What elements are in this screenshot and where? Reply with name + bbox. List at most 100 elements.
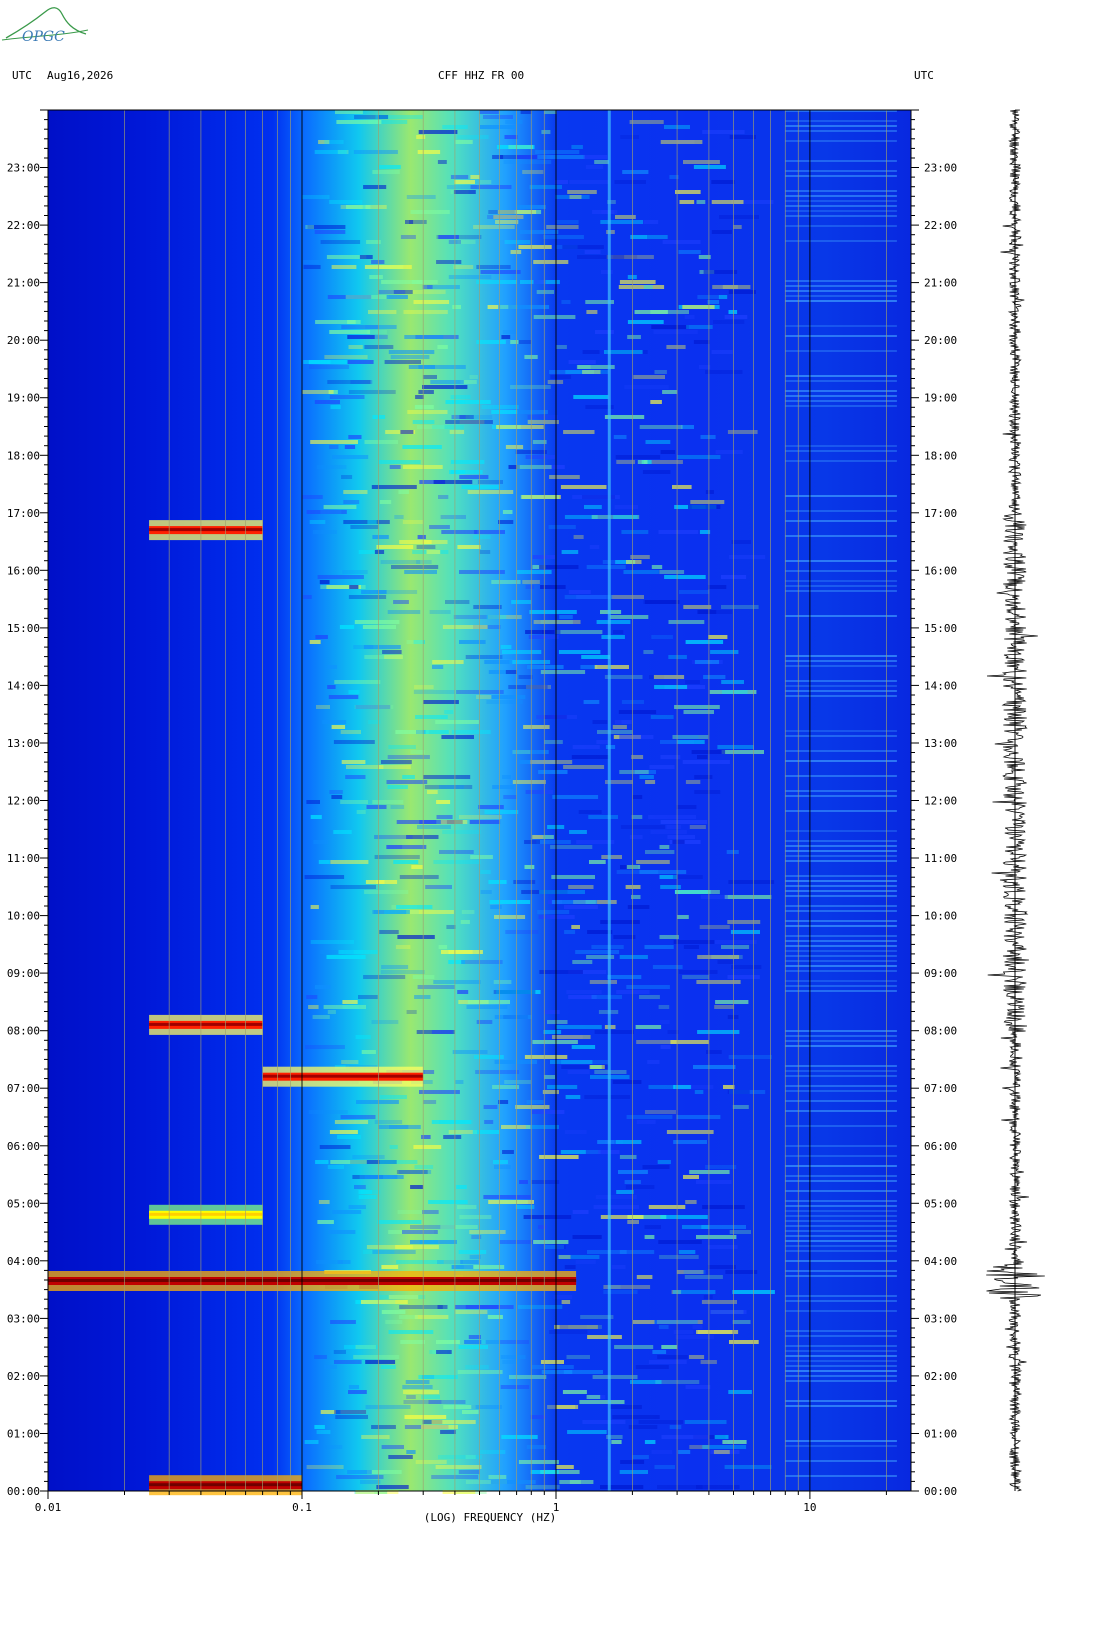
spectrogram-texture-band (703, 1295, 713, 1299)
spectrogram-texture-band (467, 1000, 510, 1004)
high-frequency-streak (785, 400, 897, 402)
spectrogram-texture-band (376, 1485, 409, 1489)
spectrogram-texture-band (707, 1265, 736, 1269)
high-frequency-streak (785, 1225, 897, 1227)
spectrogram-texture-band (437, 345, 448, 349)
spectrogram-texture-band (418, 130, 458, 134)
spectrogram-texture-band (582, 350, 600, 354)
high-frequency-streak (785, 280, 897, 282)
spectrogram-texture-band (346, 765, 384, 769)
spectrogram-texture-band (559, 1480, 594, 1484)
spectrogram-texture-band (302, 390, 334, 394)
spectrogram-texture-band (469, 375, 478, 379)
spectrogram-texture-band (365, 880, 398, 884)
spectrogram-texture-band (727, 920, 761, 924)
spectrogram-texture-band (365, 1360, 396, 1364)
high-frequency-streak (785, 1270, 897, 1272)
spectrogram-texture-band (479, 110, 499, 114)
spectrogram-texture-band (573, 535, 584, 539)
high-frequency-streak (785, 790, 897, 792)
spectrogram-texture-band (316, 1430, 331, 1434)
spectrogram-texture-band (725, 1270, 758, 1274)
high-frequency-streak (785, 1200, 897, 1202)
spectrogram-texture-band (330, 860, 369, 864)
spectrogram-texture-band (340, 800, 368, 804)
high-frequency-streak (785, 1375, 897, 1377)
persistent-frequency-line (607, 110, 611, 1491)
high-frequency-streak (785, 1030, 897, 1032)
spectrogram-texture-band (346, 360, 374, 364)
high-frequency-streak (785, 160, 897, 162)
spectrogram-texture-band (348, 1205, 366, 1209)
spectrogram-texture-band (628, 1425, 658, 1429)
spectrogram-texture-band (494, 1015, 532, 1019)
spectrogram-texture-band (564, 1130, 587, 1134)
spectrogram-texture-band (539, 890, 585, 894)
spectrogram-texture-band (676, 805, 697, 809)
spectrogram-texture-band (400, 235, 416, 239)
spectrogram-texture-band (634, 310, 668, 314)
spectrogram-texture-band (473, 535, 491, 539)
left-time-label: 09:00 (7, 967, 40, 980)
spectrogram-texture-band (404, 1415, 447, 1419)
spectrogram-texture-band (388, 350, 435, 354)
spectrogram-texture-band (431, 1030, 453, 1034)
spectrogram-texture-band (727, 430, 758, 434)
left-time-label: 05:00 (7, 1197, 40, 1210)
spectrogram-texture-band (444, 710, 454, 714)
spectrogram-texture-band (721, 945, 750, 949)
spectrogram-texture-band (406, 1395, 416, 1399)
spectrogram-texture-band (374, 1120, 403, 1124)
spectrogram-texture-band (418, 390, 434, 394)
spectrogram-texture-band (330, 1320, 356, 1324)
spectrogram-texture-band (543, 1030, 562, 1034)
spectrogram-texture-band (600, 920, 640, 924)
spectrogram-texture-band (371, 1020, 399, 1024)
spectrogram-texture-band (697, 295, 720, 299)
spectrogram-texture-band (533, 315, 576, 319)
high-frequency-streak (785, 935, 897, 937)
spectrogram-texture-band (559, 615, 573, 619)
spectrogram-texture-band (684, 1275, 723, 1279)
spectrogram-texture-band (410, 1185, 424, 1189)
spectrogram-texture-band (636, 1120, 656, 1124)
spectrogram-texture-band (461, 910, 475, 914)
spectrogram-texture-band (343, 490, 368, 494)
spectrogram-texture-band (630, 555, 650, 559)
spectrogram-texture-band (306, 510, 347, 514)
spectrogram-texture-band (569, 195, 582, 199)
spectrogram-texture-band (627, 905, 650, 909)
spectrogram-texture-band (601, 270, 613, 274)
spectrogram-texture-band (387, 845, 403, 849)
spectrogram-texture-band (607, 975, 642, 979)
spectrogram-texture-band (442, 625, 488, 629)
spectrogram-texture-band (556, 345, 567, 349)
spectrogram-texture-band (443, 1405, 476, 1409)
spectrogram-texture-band (651, 1450, 673, 1454)
spectrogram-texture-band (518, 340, 532, 344)
spectrogram-texture-band (644, 1440, 656, 1444)
spectrogram-texture-band (333, 740, 375, 744)
spectrogram-texture-band (550, 375, 572, 379)
spectrogram-texture-band (677, 915, 689, 919)
high-frequency-streak (785, 395, 897, 397)
spectrogram-texture-band (378, 1125, 421, 1129)
right-time-label: 23:00 (924, 162, 957, 175)
spectrogram-texture-band (710, 650, 739, 654)
spectrogram-texture-band (589, 545, 600, 549)
spectrogram-texture-band (492, 1085, 520, 1089)
spectrogram-texture-band (619, 955, 648, 959)
spectrogram-texture-band (484, 1120, 494, 1124)
right-time-label: 11:00 (924, 852, 957, 865)
spectrogram-texture-band (318, 860, 330, 864)
high-frequency-streak (785, 1350, 897, 1352)
high-frequency-streak (785, 240, 897, 242)
spectrogram-texture-band (505, 445, 524, 449)
spectrogram-texture-band (341, 1060, 359, 1064)
spectrogram-texture-band (697, 1030, 740, 1034)
spectrogram-texture-band (329, 445, 339, 449)
spectrogram-texture-band (669, 1425, 682, 1429)
spectrogram-texture-band (673, 1330, 694, 1334)
spectrogram-texture-band (685, 1200, 697, 1204)
spectrogram-texture-band (639, 870, 687, 874)
